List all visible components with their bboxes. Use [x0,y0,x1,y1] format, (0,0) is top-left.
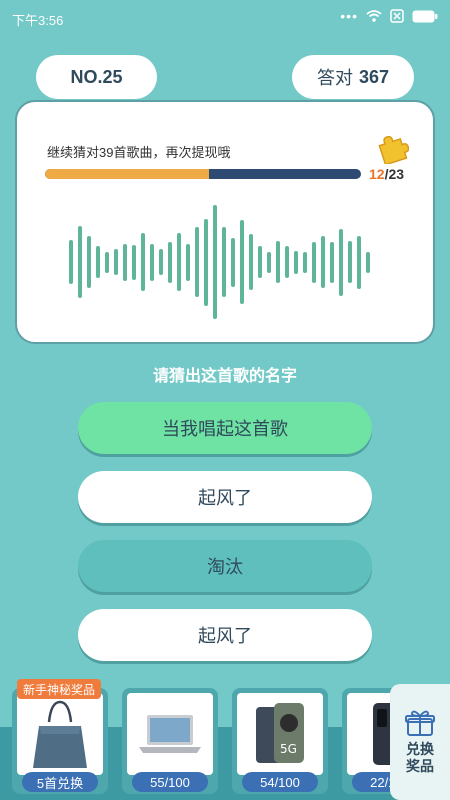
waveform-bar [177,233,181,291]
waveform-bar [285,246,289,278]
waveform-bar [276,241,280,283]
waveform-bar [312,241,316,283]
waveform-bar [96,246,100,278]
prize-card-handbag[interactable]: 5首兑换 [12,688,108,794]
status-icons: ••• [340,9,438,23]
prize-label: 55/100 [132,772,208,792]
waveform-bar [132,244,136,280]
prize-image [127,693,213,775]
option-button-2[interactable]: 起风了 [78,471,372,523]
waveform-bar [78,226,82,298]
prize-card-phone-5g[interactable]: 5G 54/100 [232,688,328,794]
prize-label: 5首兑换 [22,772,98,792]
puzzle-piece-icon [378,135,409,164]
waveform-bar [249,234,253,290]
waveform-bar [69,240,73,284]
waveform-bar [348,241,352,283]
waveform-bar [222,227,226,297]
handbag-icon [33,700,87,768]
correct-label: 答对 [316,68,353,88]
progress-fill [45,169,210,179]
level-badge: NO.25 [36,55,157,99]
option-button-4[interactable]: 起风了 [78,609,372,661]
waveform-bar [186,243,190,281]
status-time: 下午3:56 [12,13,64,28]
waveform-bar [213,205,217,319]
sim-x-icon [390,9,404,23]
progress-count: 12/23 [369,166,404,182]
prize-image [17,693,103,775]
prize-card-laptop[interactable]: 55/100 [122,688,218,794]
waveform-bar [303,251,307,273]
waveform-bar [321,236,325,288]
waveform-bar [339,228,343,296]
progress-hint: 继续猜对39首歌曲，再次提现哦 [47,145,231,160]
waveform-bar [330,241,334,283]
level-number: NO.25 [70,66,123,87]
gift-icon [405,710,435,736]
progress-bar [45,169,361,179]
waveform-bar [195,227,199,297]
waveform-bar [87,236,91,288]
wifi-icon [366,10,382,22]
laptop-icon [139,715,201,753]
progress-current: 12 [369,166,385,182]
song-card: 继续猜对39首歌曲，再次提现哦 12/23 [15,100,435,344]
question-prompt: 请猜出这首歌的名字 [152,368,297,385]
phone-5g-icon: 5G [256,703,304,763]
prize-image: 5G [237,693,323,775]
exchange-prize-button[interactable]: 兑换 奖品 [390,684,450,800]
prize-label: 54/100 [242,772,318,792]
waveform-bar [159,249,163,275]
waveform-bar [294,250,298,274]
waveform-bar [123,243,127,281]
waveform-bar [105,251,109,273]
correct-count: 367 [358,66,390,87]
waveform-bar [366,251,370,273]
waveform-bar [204,218,208,306]
waveform-bar [258,246,262,278]
newbie-prize-tag: 新手神秘奖品 [17,679,102,699]
audio-waveform[interactable] [69,202,389,322]
progress-total: /23 [384,166,405,182]
exchange-label-1: 兑换 [406,741,434,757]
exchange-label-2: 奖品 [406,758,434,774]
waveform-bar [114,249,118,275]
status-bar: 下午3:56 ••• [0,0,450,34]
battery-icon [412,10,438,22]
more-dots-icon: ••• [340,8,358,24]
waveform-bar [141,233,145,291]
waveform-bar [168,241,172,283]
waveform-bar [357,235,361,289]
waveform-bar [267,251,271,273]
svg-text:5G: 5G [280,742,297,756]
option-button-3[interactable]: 淘汰 [78,540,372,592]
waveform-bar [240,220,244,304]
waveform-bar [231,237,235,287]
waveform-bar [150,243,154,281]
correct-count-badge: 答对 367 [292,55,414,99]
option-button-1[interactable]: 当我唱起这首歌 [78,402,372,454]
